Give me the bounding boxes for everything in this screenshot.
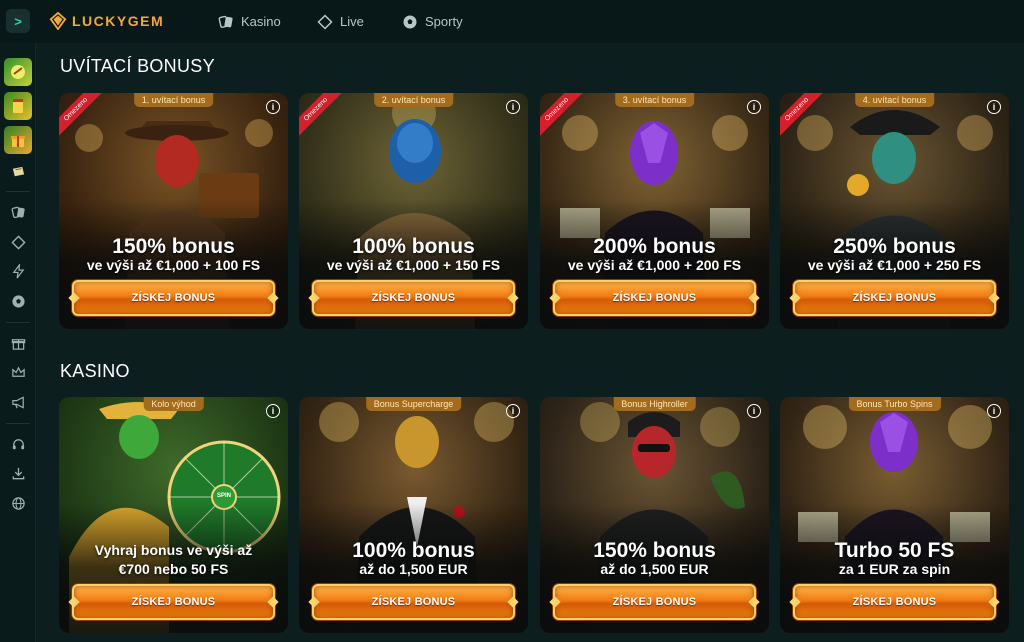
card-headline: 100% bonus (352, 235, 475, 258)
get-bonus-button[interactable]: ZÍSKEJ BONUS (312, 280, 515, 316)
info-icon[interactable]: i (987, 404, 1001, 418)
sidebar-divider (6, 191, 30, 192)
card-tag: 2. uvítací bonus (373, 93, 454, 107)
card-headline: Vyhraj bonus ve výši až (94, 542, 253, 558)
promo-3-icon[interactable] (4, 126, 32, 154)
card-tag: Bonus Turbo Spins (848, 397, 941, 411)
get-bonus-button[interactable]: ZÍSKEJ BONUS (72, 584, 275, 620)
nav-live[interactable]: Live (317, 0, 364, 43)
card-headline: 200% bonus (593, 235, 716, 258)
get-bonus-button[interactable]: ZÍSKEJ BONUS (312, 584, 515, 620)
info-icon[interactable]: i (506, 404, 520, 418)
nav-live-label: Live (340, 14, 364, 29)
card-tag: 3. uvítací bonus (614, 93, 695, 107)
info-icon[interactable]: i (266, 404, 280, 418)
nav-sporty[interactable]: Sporty (402, 0, 463, 43)
download-icon[interactable] (8, 463, 28, 483)
promo-2-icon[interactable] (4, 92, 32, 120)
card-subline: ve výši až €1,000 + 100 FS (86, 257, 261, 273)
sidebar (0, 43, 36, 642)
card-subline: až do 1,500 EUR (600, 561, 709, 577)
nav-kasino-label: Kasino (241, 14, 281, 29)
bonus-card[interactable]: Omezeno 2. uvítací bonus i 100% bonus ve… (299, 93, 528, 329)
section-title-casino: KASINO (60, 361, 130, 381)
cards-icon (218, 15, 233, 28)
diamond-icon (317, 13, 333, 30)
info-icon[interactable]: i (266, 100, 280, 114)
sidebar-divider (6, 423, 30, 424)
nav-kasino[interactable]: Kasino (218, 0, 281, 43)
promo-1-icon[interactable] (4, 58, 32, 86)
card-tag: Bonus Supercharge (365, 397, 462, 411)
ticket-icon[interactable] (8, 161, 28, 181)
get-bonus-button[interactable]: ZÍSKEJ BONUS (553, 584, 756, 620)
gift-icon[interactable] (8, 333, 28, 353)
bonus-card[interactable]: Omezeno 4. uvítací bonus i 250% bonus ve… (780, 93, 1009, 329)
get-bonus-button[interactable]: ZÍSKEJ BONUS (793, 584, 996, 620)
gem-logo-icon (49, 12, 67, 30)
soccer-ball-icon[interactable] (8, 291, 28, 311)
info-icon[interactable]: i (987, 100, 1001, 114)
card-tag: Bonus Highroller (613, 397, 696, 411)
bonus-card[interactable]: Omezeno 3. uvítací bonus i 200% bonus ve… (540, 93, 769, 329)
top-bar: > LUCKYGEM Kasino Live Sporty (0, 0, 1024, 43)
card-subline: ve výši až €1,000 + 150 FS (326, 257, 501, 273)
brand-logo[interactable]: LUCKYGEM (49, 11, 164, 31)
card-subline: €700 nebo 50 FS (118, 561, 229, 577)
cards-icon[interactable] (8, 202, 28, 222)
info-icon[interactable]: i (747, 404, 761, 418)
get-bonus-button[interactable]: ZÍSKEJ BONUS (553, 280, 756, 316)
card-headline: 150% bonus (593, 539, 716, 562)
wheel-spin-label: SPIN (216, 493, 231, 499)
card-tag: 4. uvítací bonus (854, 93, 935, 107)
get-bonus-button[interactable]: ZÍSKEJ BONUS (72, 280, 275, 316)
card-headline: 150% bonus (112, 235, 235, 258)
section-title-welcome: UVÍTACÍ BONUSY (60, 56, 215, 76)
card-headline: 250% bonus (833, 235, 956, 258)
sidebar-toggle-button[interactable]: > (6, 9, 30, 33)
megaphone-icon[interactable] (8, 392, 28, 412)
card-headline: 100% bonus (352, 539, 475, 562)
headset-icon[interactable] (8, 434, 28, 454)
crown-icon[interactable] (8, 362, 28, 382)
card-tag: 1. uvítací bonus (133, 93, 214, 107)
card-subline: ve výši až €1,000 + 200 FS (567, 257, 742, 273)
card-subline: až do 1,500 EUR (359, 561, 468, 577)
nav-sporty-label: Sporty (425, 14, 463, 29)
soccer-ball-icon (403, 15, 417, 28)
card-tag: Kolo výhod (143, 397, 204, 411)
bonus-card[interactable]: Bonus Turbo Spins i Turbo 50 FS za 1 EUR… (780, 397, 1009, 633)
diamond-icon[interactable] (8, 232, 28, 252)
info-icon[interactable]: i (506, 100, 520, 114)
get-bonus-button[interactable]: ZÍSKEJ BONUS (793, 280, 996, 316)
card-subline: ve výši až €1,000 + 250 FS (807, 257, 982, 273)
card-subline: za 1 EUR za spin (838, 561, 951, 577)
brand-name: LUCKYGEM (72, 13, 165, 29)
bonus-card[interactable]: Bonus Supercharge i 100% bonus až do 1,5… (299, 397, 528, 633)
bonus-card[interactable]: Omezeno 1. uvítací bonus i 150% bonus ve… (59, 93, 288, 329)
globe-icon[interactable] (8, 493, 28, 513)
card-headline: Turbo 50 FS (834, 539, 955, 562)
bonus-card[interactable]: SPIN Kolo výhod i Vyhraj bonus ve výši a… (59, 397, 288, 633)
lightning-icon[interactable] (8, 261, 28, 281)
info-icon[interactable]: i (747, 100, 761, 114)
sidebar-divider (6, 322, 30, 323)
bonus-card[interactable]: Bonus Highroller i 150% bonus až do 1,50… (540, 397, 769, 633)
chevron-right-icon: > (14, 13, 22, 29)
